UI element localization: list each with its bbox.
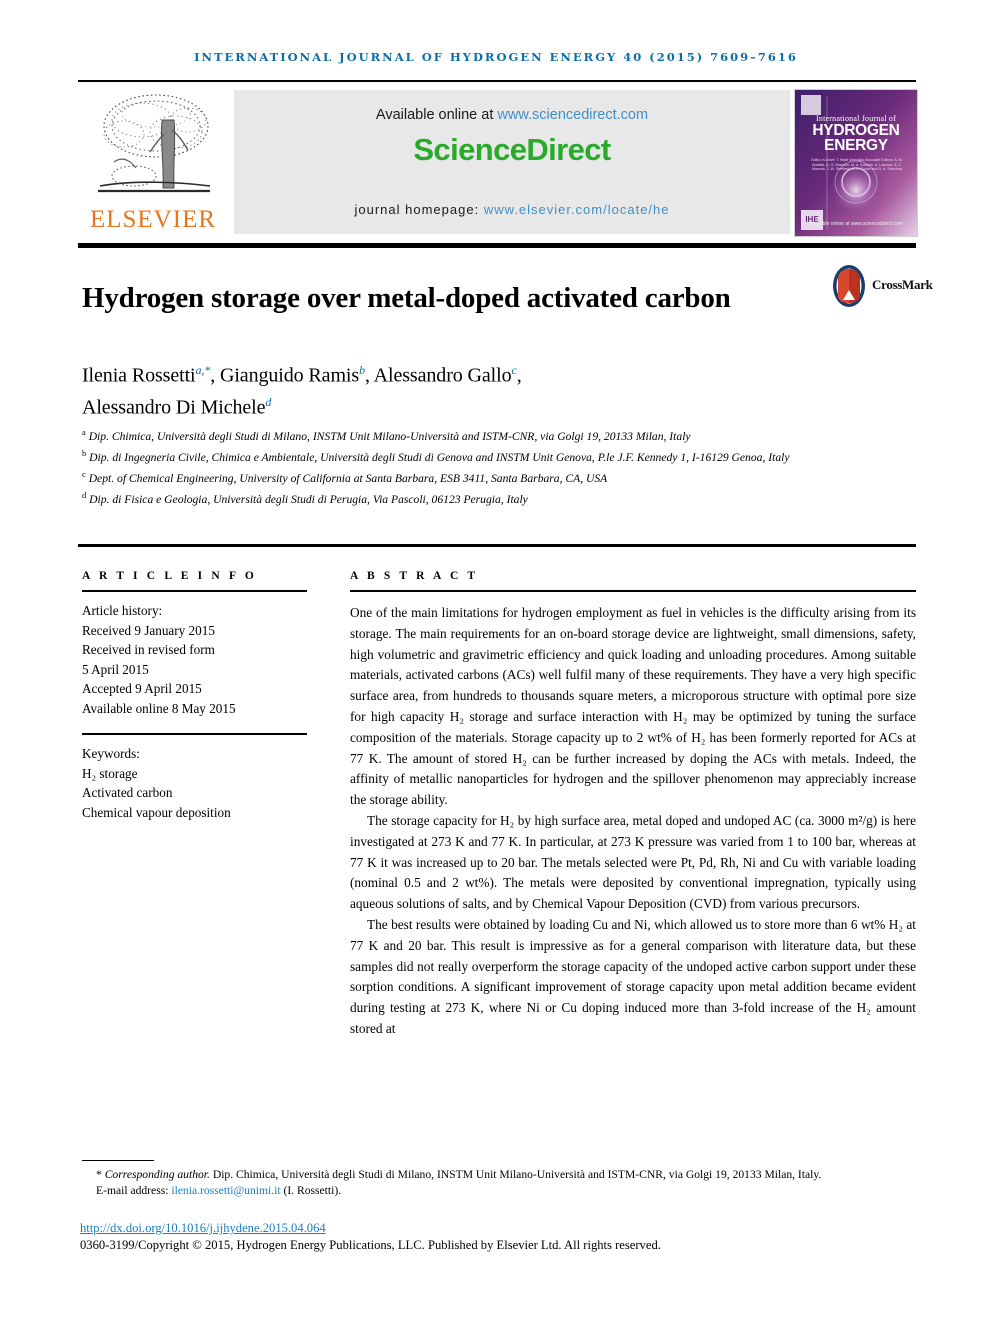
author-mark: b [359,363,365,377]
doi-link[interactable]: http://dx.doi.org/10.1016/j.ijhydene.201… [80,1221,326,1236]
abstract-paragraph: The storage capacity for H₂ by high surf… [350,812,916,912]
affiliation-item: d Dip. di Fisica e Geologia, Università … [82,487,882,508]
header-rule [78,80,916,82]
affiliation-text: Dip. di Fisica e Geologia, Università de… [89,493,528,507]
abstract-paragraph: The best results were obtained by loadin… [350,916,916,1036]
author-name: Ilenia Rossetti [82,364,196,387]
abstract-column: A B S T R A C T One of the main limitati… [350,570,916,1040]
email-owner: (I. Rossetti). [280,1184,342,1198]
corresponding-author-address: Dip. Chimica, Università degli Studi di … [209,1168,822,1181]
email-label: E-mail address: [96,1184,172,1198]
footnote-rule [82,1160,154,1161]
article-history-block: Article history: Received 9 January 2015… [82,601,307,718]
keywords-heading: Keywords: [82,746,140,761]
corresponding-star: * [96,1168,102,1181]
email-line: E-mail address: ilenia.rossetti@unimi.it… [82,1183,918,1199]
abstract-section-rule [78,544,916,547]
running-head: International Journal of Hydrogen Energy… [194,50,798,64]
affiliation-text: Dip. di Ingegneria Civile, Chimica e Amb… [89,451,790,465]
available-online-prefix: Available online at [375,107,498,123]
elsevier-tree-icon [84,90,220,202]
history-item: Available online 8 May 2015 [82,700,236,716]
affiliation-item: c Dept. of Chemical Engineering, Univers… [82,466,882,487]
affiliation-mark: c [82,469,86,480]
history-item: Received 9 January 2015 [82,622,215,638]
affiliation-mark: b [82,448,87,459]
email-link[interactable]: ilenia.rossetti@unimi.it [171,1184,280,1197]
journal-homepage-link[interactable]: www.elsevier.com/locate/he [484,202,670,217]
affiliation-list: a Dip. Chimica, Università degli Studi d… [82,424,882,509]
affiliation-item: b Dip. di Ingegneria Civile, Chimica e A… [82,445,882,466]
author-mark: c [511,363,517,377]
abstract-body: One of the main limitations for hydrogen… [350,603,916,1040]
history-item: Received in revised form [82,642,215,657]
keyword-item: Chemical vapour deposition [82,804,231,820]
available-online-text: Available online at www.sciencedirect.co… [234,107,790,123]
affiliation-text: Dip. Chimica, Università degli Studi di … [88,429,691,443]
abstract-heading: A B S T R A C T [350,570,479,582]
keyword-item: H₂ storage [82,765,138,781]
keyword-item: Activated carbon [82,785,173,800]
journal-homepage-text: journal homepage: www.elsevier.com/locat… [234,202,790,217]
sciencedirect-banner: Available online at www.sciencedirect.co… [234,90,790,234]
author-name: Alessandro Gallo [373,364,512,387]
author-mark: a,* [195,363,211,377]
footnote-block: * Corresponding author. Dip. Chimica, Un… [82,1167,918,1199]
article-info-column: A R T I C L E I N F O Article history: R… [82,570,307,822]
crossmark-badge[interactable]: CrossMark [828,264,933,310]
affiliation-mark: d [82,490,87,501]
cover-editors: Editor-in-Chief: T. Nejat Veziroğlu Asso… [811,158,903,172]
crossmark-label: CrossMark [872,277,933,292]
elsevier-wordmark: ELSEVIER [89,206,217,233]
sciencedirect-wordmark[interactable]: ScienceDirect [234,132,790,168]
corresponding-author-label: Corresponding author. [104,1168,210,1181]
elsevier-logo[interactable]: ELSEVIER [78,88,228,238]
abstract-paragraph: One of the main limitations for hydrogen… [350,605,916,808]
cover-title-large: HYDROGEN ENERGY [812,122,900,154]
author-name: Alessandro Di Michele [82,396,266,419]
affiliation-item: a Dip. Chimica, Università degli Studi d… [82,424,882,445]
article-info-divider [82,590,307,592]
sciencedirect-link[interactable]: www.sciencedirect.com [497,107,648,123]
copyright-line: 0360-3199/Copyright © 2015, Hydrogen Ene… [80,1238,661,1252]
keywords-divider [82,733,307,735]
abstract-divider [350,590,916,592]
masthead-rule [78,243,916,248]
cover-sciencedirect-note: Available online at www.sciencedirect.co… [809,221,903,227]
crossmark-icon [833,265,865,307]
affiliation-text: Dept. of Chemical Engineering, Universit… [88,472,608,486]
masthead: ELSEVIER Available online at www.science… [78,88,918,238]
keywords-block: Keywords: H₂ storage Activated carbon Ch… [82,744,307,822]
corresponding-author-note: * Corresponding author. Dip. Chimica, Un… [82,1167,918,1183]
author-mark: d [265,394,272,409]
article-info-heading: A R T I C L E I N F O [82,570,257,582]
history-item: Accepted 9 April 2015 [82,681,202,696]
author-list: Ilenia Rossettia,*, Gianguido Ramisb, Al… [82,363,522,419]
article-history-heading: Article history: [82,603,163,618]
journal-article-page: International Journal of Hydrogen Energy… [0,0,992,1323]
history-item: 5 April 2015 [82,661,149,677]
journal-cover-thumbnail[interactable]: IHE International Journal of HYDROGEN EN… [794,89,918,237]
author-name: Gianguido Ramis [220,364,360,387]
affiliation-mark: a [82,427,86,437]
article-title: Hydrogen storage over metal-doped activa… [82,282,731,315]
journal-homepage-prefix: journal homepage: [354,202,484,217]
